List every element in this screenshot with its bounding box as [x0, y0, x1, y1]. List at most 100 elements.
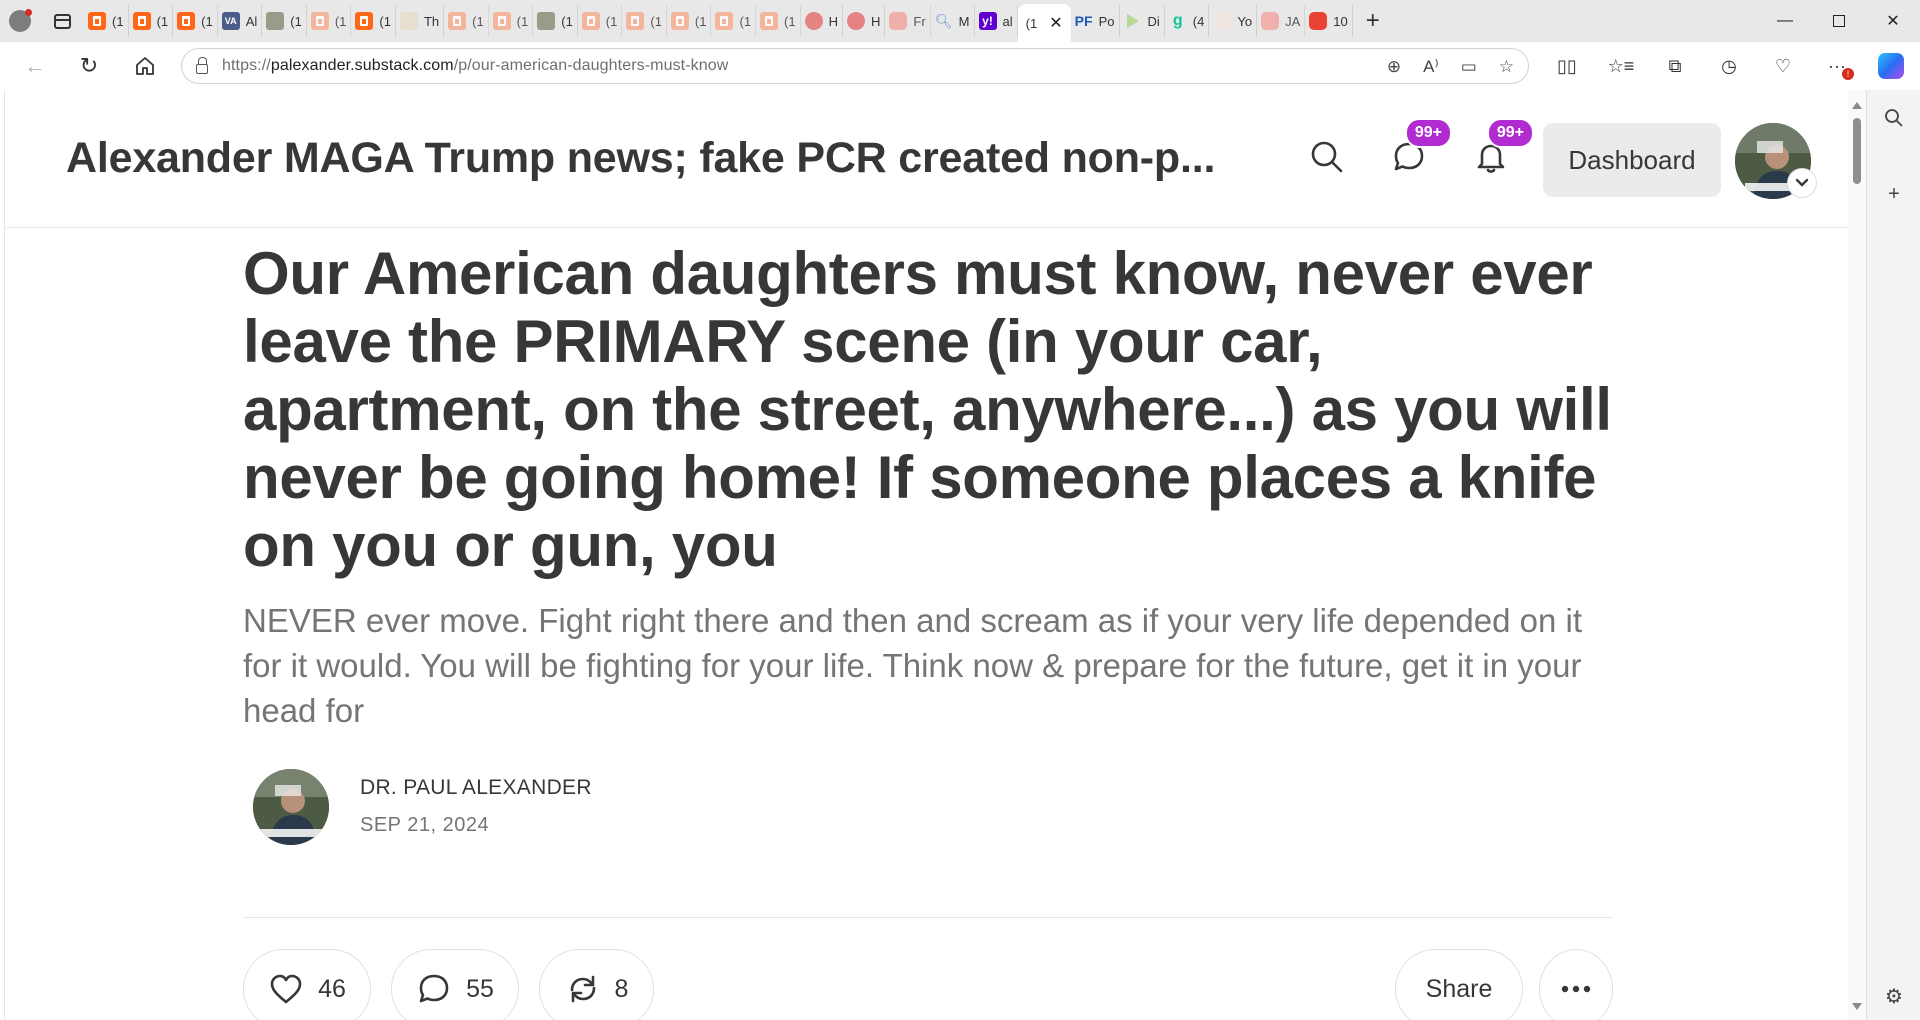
- pf-icon: PF: [1074, 13, 1093, 29]
- browser-tab[interactable]: (1: [622, 5, 667, 37]
- minimize-button[interactable]: —: [1758, 0, 1812, 42]
- read-aloud-icon[interactable]: A⁾: [1423, 57, 1439, 77]
- back-button[interactable]: ←: [8, 42, 62, 90]
- favorite-star-icon[interactable]: ☆: [1499, 57, 1514, 77]
- favorites-button[interactable]: ☆≡: [1594, 42, 1648, 90]
- scroll-up-arrow[interactable]: [1852, 102, 1862, 109]
- scroll-thumb[interactable]: [1853, 118, 1861, 184]
- chevron-down-icon: [1795, 178, 1809, 187]
- sidebar-search-button[interactable]: [1867, 90, 1920, 146]
- rumble-icon: [1124, 12, 1142, 30]
- tab-label: (1: [650, 13, 662, 29]
- sidebar-settings-button[interactable]: ⚙: [1867, 976, 1920, 1016]
- scroll-down-arrow[interactable]: [1852, 1003, 1862, 1010]
- browser-tab[interactable]: (1: [533, 5, 578, 37]
- browser-tab[interactable]: H: [801, 5, 843, 37]
- browser-tab[interactable]: Di: [1120, 5, 1165, 37]
- collections-button[interactable]: ⧉: [1648, 42, 1702, 90]
- settings-more-button[interactable]: ···!: [1810, 42, 1864, 90]
- tab-label: Di: [1147, 13, 1160, 29]
- sidebar-add-button[interactable]: +: [1867, 166, 1920, 222]
- podcast-icon: [847, 12, 865, 30]
- tab-label: (1: [784, 13, 796, 29]
- post-date: SEP 21, 2024: [360, 814, 490, 836]
- photo-icon: [537, 12, 556, 30]
- close-tab-icon[interactable]: ✕: [1049, 13, 1062, 33]
- home-button[interactable]: [118, 42, 172, 90]
- browser-tab[interactable]: y! al: [975, 5, 1018, 37]
- browser-toolbar: ← ↻ https://palexander.substack.com/p/ou…: [0, 42, 1920, 90]
- more-options-button[interactable]: [1539, 949, 1613, 1020]
- tab-label: (1: [379, 13, 391, 29]
- page-scrollbar[interactable]: [1848, 90, 1866, 1020]
- tab-label: (1: [112, 13, 124, 29]
- split-screen-button[interactable]: ▯▯: [1540, 42, 1594, 90]
- gettr-icon: g: [1172, 12, 1183, 29]
- site-info-button[interactable]: [182, 57, 222, 74]
- account-menu-button[interactable]: [1787, 168, 1817, 198]
- browser-tab[interactable]: (1: [173, 5, 218, 37]
- browser-tab[interactable]: Th: [396, 5, 445, 37]
- browser-essentials-button[interactable]: ♡: [1756, 42, 1810, 90]
- tab-label: (1: [694, 13, 707, 29]
- youtube-icon: [1261, 12, 1280, 30]
- substack-icon: [760, 12, 779, 30]
- browser-tab[interactable]: 10: [1305, 5, 1353, 37]
- immersive-reader-icon[interactable]: ▭: [1461, 57, 1477, 77]
- restack-button[interactable]: 8: [539, 949, 654, 1020]
- tab-label: Po: [1098, 13, 1115, 29]
- close-window-button[interactable]: ✕: [1866, 0, 1920, 42]
- messages-button[interactable]: 99+: [1380, 118, 1452, 186]
- browser-tab[interactable]: VA Al: [218, 5, 263, 37]
- substack-icon: [626, 12, 645, 30]
- notification-dot: [25, 9, 32, 16]
- search-button[interactable]: [1298, 128, 1356, 186]
- browser-tab[interactable]: PF Po: [1071, 5, 1120, 37]
- dashboard-button[interactable]: Dashboard: [1543, 123, 1721, 197]
- substack-icon: [177, 12, 196, 30]
- home-icon: [136, 57, 154, 75]
- notifications-button[interactable]: 99+: [1462, 118, 1534, 186]
- comment-icon: [419, 974, 449, 1003]
- browser-tab[interactable]: (1: [262, 5, 307, 37]
- publication-title[interactable]: Alexander MAGA Trump news; fake PCR crea…: [66, 134, 1256, 183]
- browser-tab[interactable]: (1: [307, 5, 352, 37]
- browser-tab[interactable]: (1: [756, 5, 801, 37]
- tab-actions-button[interactable]: [40, 0, 84, 42]
- author-avatar[interactable]: [253, 769, 329, 845]
- tab-label: (4: [1192, 13, 1205, 29]
- zoom-icon[interactable]: ⊕: [1387, 57, 1401, 77]
- browser-tab[interactable]: g (4: [1165, 5, 1210, 37]
- copilot-button[interactable]: [1864, 42, 1918, 90]
- history-button[interactable]: ◷: [1702, 42, 1756, 90]
- comment-button[interactable]: 55: [391, 949, 519, 1020]
- share-button[interactable]: Share: [1395, 949, 1523, 1020]
- browser-tab[interactable]: (1: [667, 5, 712, 37]
- browser-tab[interactable]: 🔍︎ M: [931, 5, 975, 37]
- browser-tab[interactable]: (1: [489, 5, 534, 37]
- url-text[interactable]: https://palexander.substack.com/p/our-am…: [222, 57, 728, 75]
- browser-tab[interactable]: Yo: [1209, 5, 1258, 37]
- tab-label: Yo: [1237, 13, 1253, 29]
- browser-tab[interactable]: JA: [1257, 5, 1306, 37]
- browser-tab[interactable]: (1: [711, 5, 757, 37]
- new-tab-button[interactable]: +: [1353, 7, 1393, 35]
- restack-icon: [570, 975, 595, 1003]
- tab-list: (1 (1 (1 VA Al (1 (1 (1 Th (1 (1 (1 (1 (1 (1 (1 (1 H H Fr 🔍︎…: [84, 0, 1353, 42]
- profile-button[interactable]: [0, 0, 40, 42]
- refresh-button[interactable]: ↻: [62, 42, 116, 90]
- tab-label: (1: [561, 13, 573, 29]
- browser-tab[interactable]: Fr: [885, 5, 931, 37]
- browser-tab[interactable]: (1: [84, 5, 129, 37]
- browser-tab[interactable]: (1: [351, 5, 396, 37]
- like-button[interactable]: 46: [243, 949, 371, 1020]
- restore-button[interactable]: [1812, 0, 1866, 42]
- author-name[interactable]: DR. PAUL ALEXANDER: [360, 776, 592, 800]
- browser-tab[interactable]: (1: [129, 5, 174, 37]
- active-tab[interactable]: (1 ✕: [1017, 4, 1071, 42]
- browser-tab[interactable]: H: [843, 5, 886, 37]
- browser-tab[interactable]: (1: [444, 5, 489, 37]
- browser-tab[interactable]: (1: [578, 5, 623, 37]
- address-bar[interactable]: https://palexander.substack.com/p/our-am…: [181, 48, 1529, 84]
- tab-label: 10: [1333, 13, 1348, 29]
